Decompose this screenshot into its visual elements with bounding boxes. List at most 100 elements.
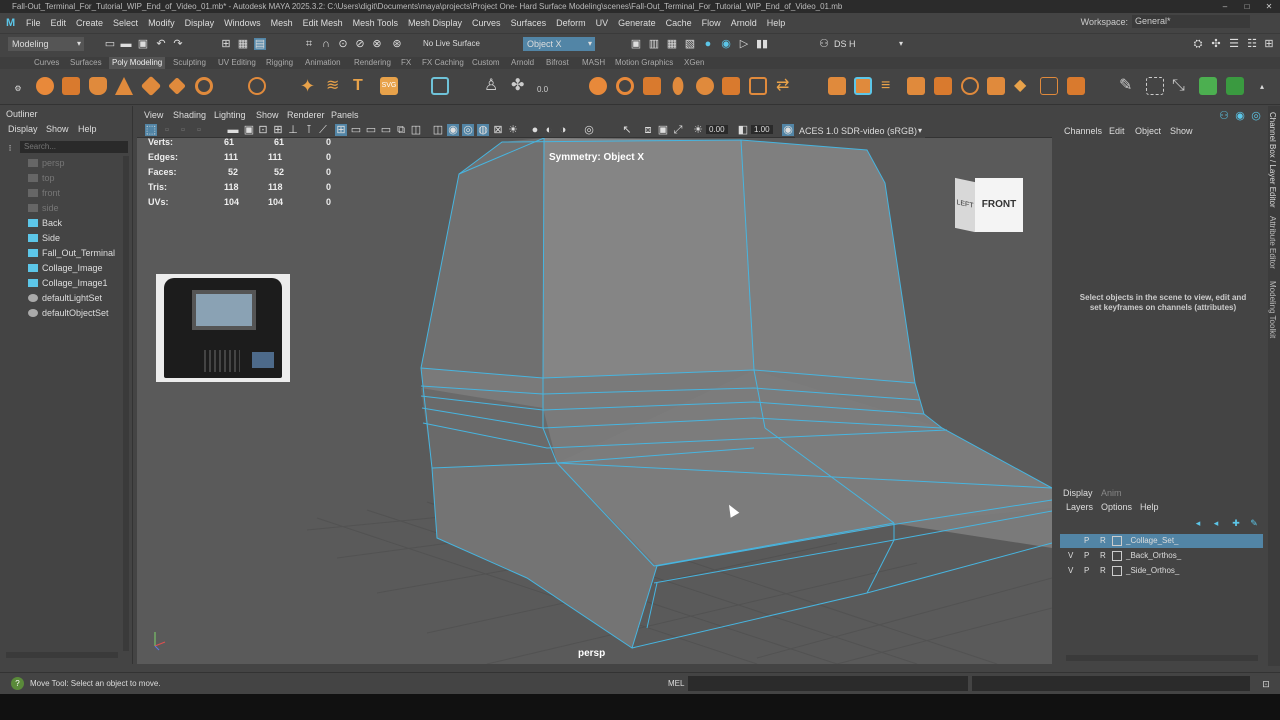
workspace-dropdown[interactable]: General* — [1132, 15, 1250, 28]
outliner-item-side-mesh[interactable]: Side — [28, 231, 60, 245]
mash-distribute-icon[interactable]: ♙ — [484, 77, 502, 95]
redo-icon[interactable]: ↷ — [172, 38, 184, 50]
poly-platonic-icon[interactable] — [248, 77, 266, 95]
menu-surfaces[interactable]: Surfaces — [511, 18, 547, 28]
layer-menu-layers[interactable]: Layers — [1066, 502, 1093, 512]
shadows-icon[interactable]: ◫ — [432, 124, 444, 136]
user-account-dropdown[interactable]: DS H — [830, 37, 906, 51]
move-layer-down-icon[interactable]: ◂ — [1210, 517, 1222, 529]
shelf-tab-xgen[interactable]: XGen — [684, 57, 704, 69]
poly-cube-icon[interactable] — [62, 77, 80, 95]
shelf-tab-curves[interactable]: Curves — [34, 57, 59, 69]
render-view-icon[interactable]: ▷ — [738, 38, 750, 50]
help-icon[interactable]: ? — [11, 677, 24, 690]
combine-icon[interactable] — [589, 77, 607, 95]
offset-edge-loop-icon[interactable] — [987, 77, 1005, 95]
close-icon[interactable]: ✕ — [1258, 0, 1280, 13]
select-component-icon[interactable]: ▤ — [254, 38, 266, 50]
menu-mesh-display[interactable]: Mesh Display — [408, 18, 462, 28]
select-object-icon[interactable]: ▦ — [237, 38, 249, 50]
user-icon[interactable]: ⚇ — [818, 38, 830, 50]
poly-cylinder-icon[interactable] — [89, 77, 107, 95]
shelf-menu-icon[interactable]: ⚙ — [12, 83, 24, 95]
viewport-menu-view[interactable]: View — [144, 109, 163, 122]
layer-tab-display[interactable]: Display — [1063, 488, 1093, 498]
shelf-tab-surfaces[interactable]: Surfaces — [70, 57, 102, 69]
outliner-item-side[interactable]: side — [28, 201, 59, 215]
viewport-menu-show[interactable]: Show — [256, 109, 279, 122]
symmetry-dropdown[interactable]: Object X — [523, 37, 595, 51]
bookmark-icon[interactable]: ▫ — [177, 124, 189, 136]
layer-visibility[interactable]: V — [1068, 549, 1073, 563]
layer-h-scrollbar[interactable] — [1066, 655, 1258, 661]
bridge-icon[interactable]: ⇄ — [776, 77, 794, 95]
mirror-icon[interactable] — [696, 77, 714, 95]
new-layer-selected-icon[interactable]: ✎ — [1248, 517, 1260, 529]
use-lights-icon[interactable]: ◫ — [410, 124, 422, 136]
camera-attributes-icon[interactable]: ▫ — [161, 124, 173, 136]
viewport-menu-shading[interactable]: Shading — [173, 109, 206, 122]
outliner-item-fall-out-terminal[interactable]: Fall_Out_Terminal — [28, 246, 115, 260]
layer-color-swatch[interactable] — [1112, 566, 1122, 576]
snap-curve-icon[interactable]: ∩ — [320, 38, 332, 50]
layer-reference[interactable]: R — [1100, 549, 1106, 563]
maximize-icon[interactable]: □ — [1236, 0, 1258, 13]
menu-create[interactable]: Create — [76, 18, 103, 28]
layer-color-swatch[interactable] — [1112, 551, 1122, 561]
gamma-field[interactable]: 1.00 — [751, 125, 773, 134]
append-polygon-icon[interactable] — [934, 77, 952, 95]
undo-icon[interactable]: ↶ — [155, 38, 167, 50]
wireframe-on-shaded-icon[interactable]: ▭ — [380, 124, 392, 136]
menu-deform[interactable]: Deform — [556, 18, 586, 28]
color-management-toggle-icon[interactable]: ▣ — [657, 124, 669, 136]
shelf-tab-rendering[interactable]: Rendering — [354, 57, 391, 69]
layer-reference[interactable]: R — [1100, 534, 1106, 548]
mash-network-icon[interactable] — [431, 77, 449, 95]
outliner-item-default-light-set[interactable]: defaultLightSet — [28, 291, 102, 305]
quad-draw-icon[interactable]: ◆ — [1014, 77, 1032, 95]
menu-display[interactable]: Display — [185, 18, 215, 28]
hypershade-icon[interactable]: ● — [702, 38, 714, 50]
new-empty-layer-icon[interactable]: ✚ — [1230, 517, 1242, 529]
poly-torus-icon[interactable] — [140, 75, 162, 97]
snap-surface-icon[interactable]: ⊗ — [371, 38, 383, 50]
shelf-tab-arnold[interactable]: Arnold — [511, 57, 534, 69]
shelf-tab-mash[interactable]: MASH — [582, 57, 605, 69]
select-hierarchy-icon[interactable]: ⊞ — [220, 38, 232, 50]
menu-curves[interactable]: Curves — [472, 18, 501, 28]
arnold-stop-icon[interactable]: ▮▮ — [756, 38, 768, 50]
layer-menu-options[interactable]: Options — [1101, 502, 1132, 512]
menu-edit-mesh[interactable]: Edit Mesh — [303, 18, 343, 28]
live-surface-label[interactable]: No Live Surface — [423, 39, 480, 48]
2d-pan-zoom-icon[interactable]: ▬ — [227, 124, 239, 136]
new-scene-icon[interactable]: ▭ — [104, 38, 116, 50]
fill-hole-icon[interactable] — [907, 77, 925, 95]
image-plane-icon[interactable]: ▫ — [193, 124, 205, 136]
hud-toggle-icon[interactable]: ⧈ — [642, 124, 654, 136]
shelf-tab-rigging[interactable]: Rigging — [266, 57, 293, 69]
channel-menu-channels[interactable]: Channels — [1064, 126, 1102, 136]
paint-select-icon[interactable]: ✎ — [1119, 77, 1137, 95]
isolate-select-icon[interactable]: ◎ — [583, 124, 595, 136]
smooth-icon[interactable] — [643, 77, 661, 95]
shelf-scroll-icon[interactable]: ▴ — [1256, 81, 1268, 93]
menu-windows[interactable]: Windows — [224, 18, 261, 28]
move-layer-up-icon[interactable]: ◂ — [1192, 517, 1204, 529]
attribute-editor-icon[interactable]: ✣ — [1210, 38, 1222, 50]
view-cube[interactable]: LEFT FRONT — [955, 177, 1023, 234]
outliner-menu-show[interactable]: Show — [46, 124, 69, 134]
crease-icon[interactable] — [1040, 77, 1058, 95]
soft-mod-icon[interactable]: ⤡ — [1172, 77, 1190, 95]
arnold-render-icon[interactable]: ◉ — [720, 38, 732, 50]
slide-edge-icon[interactable] — [1067, 77, 1085, 95]
open-scene-icon[interactable]: ▬ — [120, 38, 132, 50]
xray-icon[interactable]: ◉ — [447, 124, 459, 136]
tool-settings-icon[interactable]: ☰ — [1228, 38, 1240, 50]
viewport-menu-lighting[interactable]: Lighting — [214, 109, 246, 122]
command-line-input[interactable] — [688, 676, 968, 691]
insert-edge-loop-icon[interactable] — [961, 77, 979, 95]
menu-mesh-tools[interactable]: Mesh Tools — [353, 18, 398, 28]
shelf-tab-uv-editing[interactable]: UV Editing — [218, 57, 256, 69]
outliner-filter-icon[interactable]: ⁝ — [4, 142, 16, 154]
pointer-icon[interactable]: ↖ — [621, 124, 633, 136]
